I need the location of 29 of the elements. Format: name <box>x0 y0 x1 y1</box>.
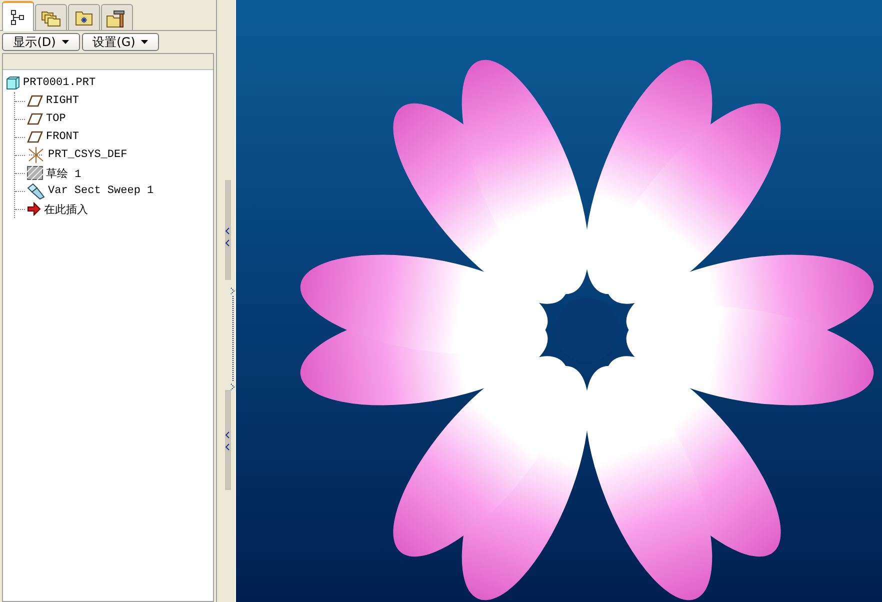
expand-grip-icon[interactable] <box>230 288 235 390</box>
panel-tab[interactable] <box>101 4 133 30</box>
caret-icon <box>62 40 69 44</box>
plane-icon <box>27 131 43 143</box>
tree-item[interactable]: RIGHT <box>46 95 80 107</box>
dropdown-button[interactable]: 设置(G) <box>82 33 159 51</box>
collapse-grip-icon[interactable] <box>225 180 231 280</box>
plane-icon <box>27 95 43 107</box>
tree-item[interactable]: TOP <box>46 113 66 125</box>
collapse-grip-icon[interactable] <box>225 390 231 490</box>
arrow-icon <box>27 202 41 216</box>
sweep-feature-icon <box>27 182 45 200</box>
tree-item[interactable]: 草绘 1 <box>46 166 82 180</box>
tree-item[interactable]: PRT_CSYS_DEF <box>48 149 128 161</box>
part-icon <box>6 76 20 90</box>
sketch-icon <box>27 166 43 180</box>
folders-icon <box>41 8 61 26</box>
panel-tab[interactable] <box>2 1 34 31</box>
tree-icon <box>10 9 26 25</box>
panel-tab[interactable] <box>68 4 100 30</box>
tree-item[interactable]: FRONT <box>46 131 80 143</box>
dropdown-button[interactable]: 显示(D) <box>2 33 80 51</box>
coordinate-system-icon <box>27 147 45 163</box>
tree-item[interactable]: 在此插入 <box>44 202 88 216</box>
caret-icon <box>141 40 148 44</box>
tree-item[interactable]: PRT0001.PRT <box>23 77 96 89</box>
tree-item[interactable]: Var Sect Sweep 1 <box>48 185 154 197</box>
folder-icon <box>74 8 94 26</box>
plane-icon <box>27 113 43 125</box>
